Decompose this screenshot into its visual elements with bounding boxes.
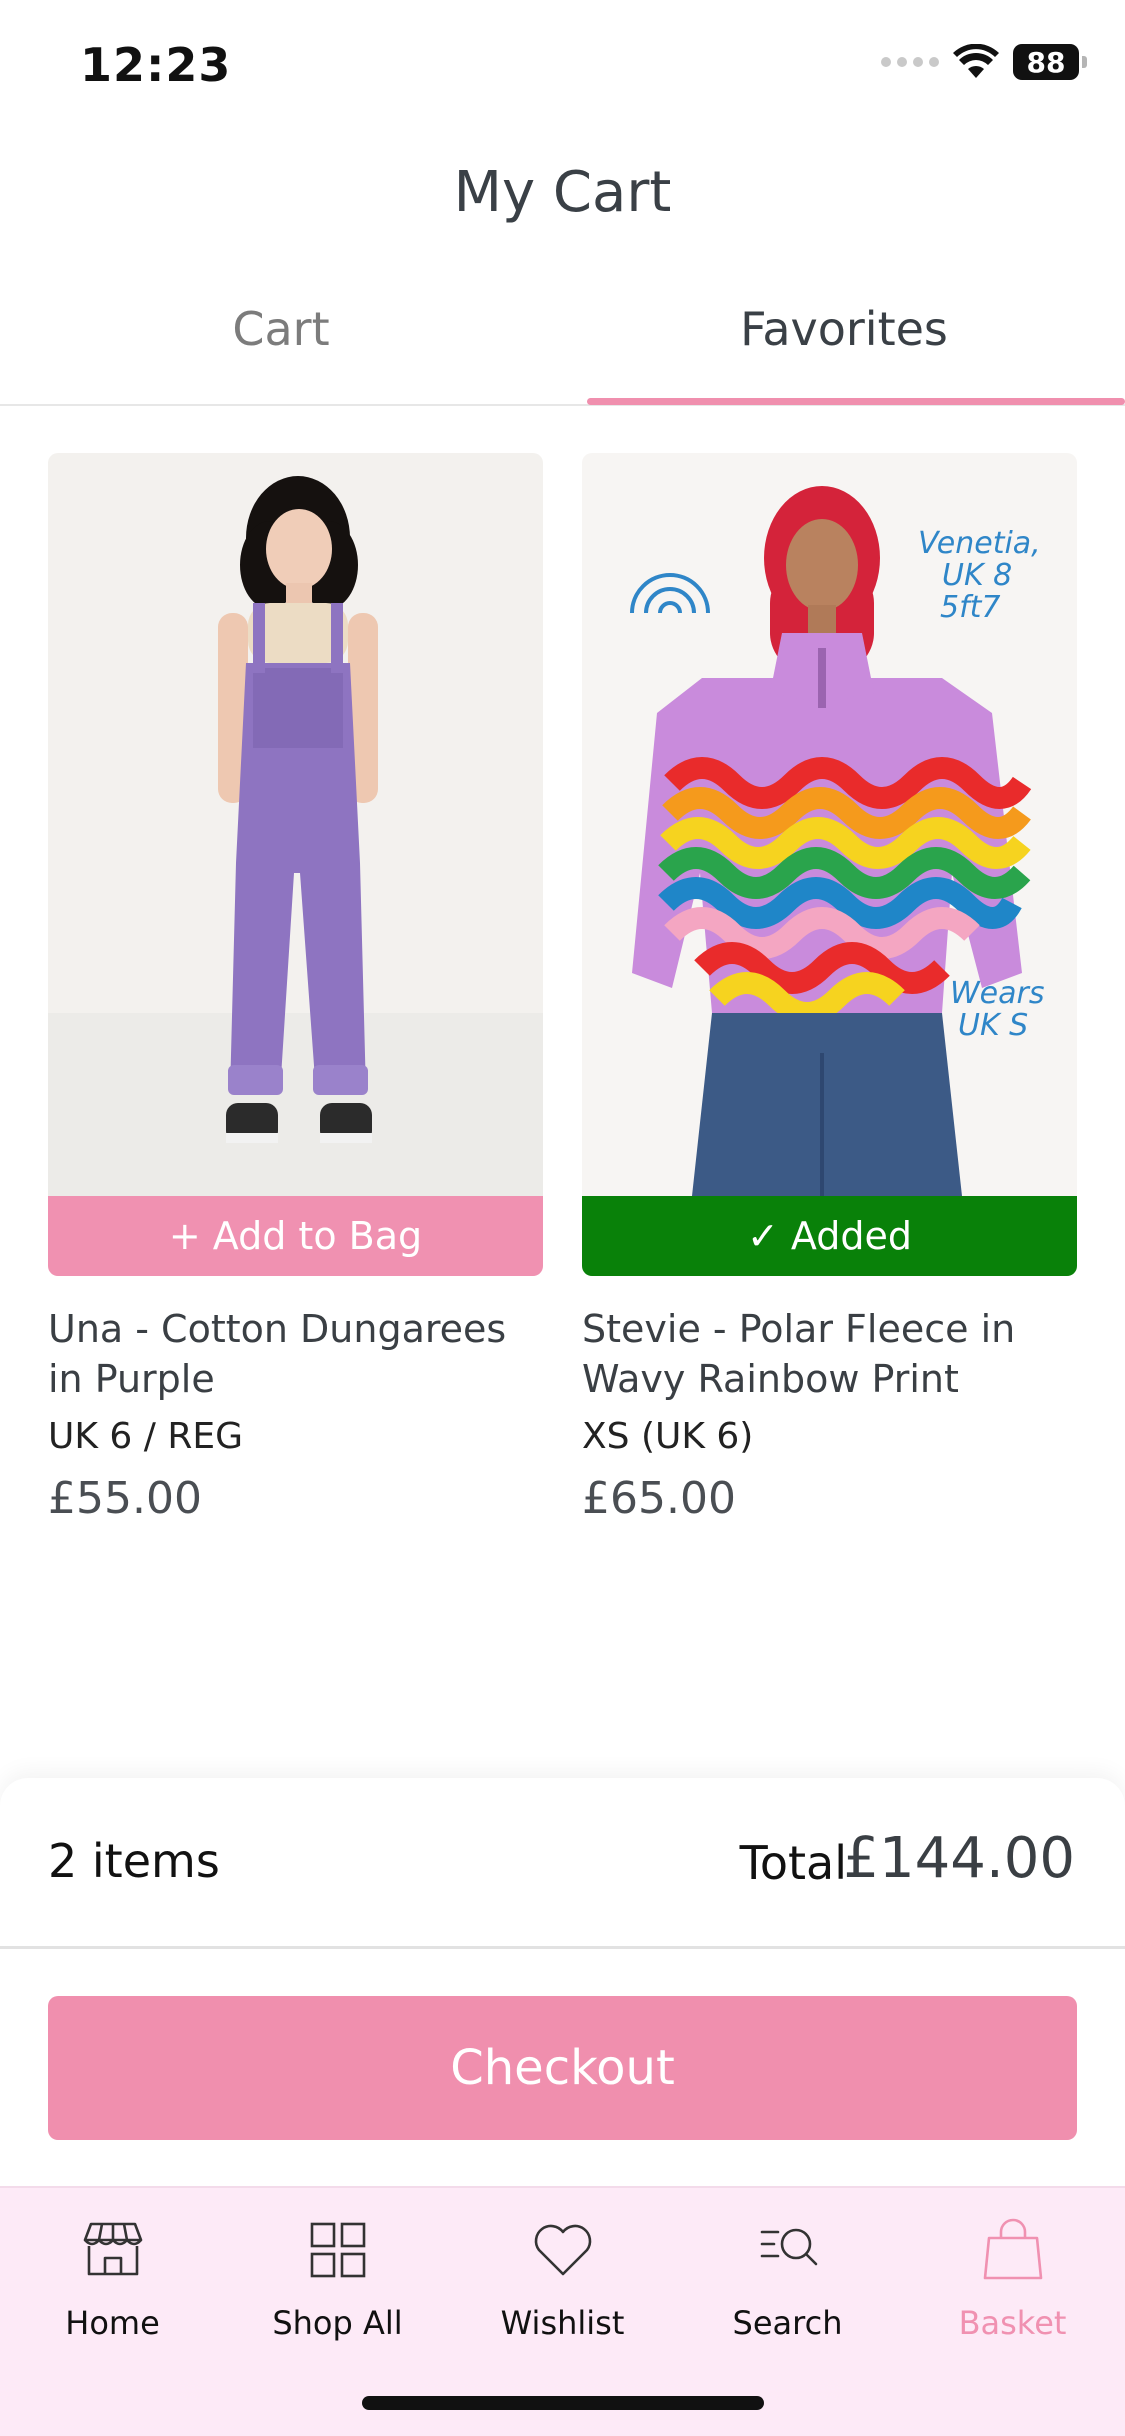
nav-label: Search bbox=[732, 2304, 843, 2342]
status-icons: 88 bbox=[881, 44, 1087, 80]
product-size: XS (UK 6) bbox=[582, 1416, 754, 1457]
product-size: UK 6 / REG bbox=[48, 1416, 243, 1457]
nav-wishlist[interactable]: Wishlist bbox=[450, 2214, 675, 2342]
nav-basket[interactable]: Basket bbox=[900, 2214, 1125, 2342]
divider bbox=[0, 1946, 1125, 1949]
product-name[interactable]: Stevie - Polar Fleece in Wavy Rainbow Pr… bbox=[582, 1304, 1077, 1404]
cellular-signal-icon bbox=[881, 57, 939, 67]
product-card: Venetia, UK 8 5ft7 Wears UK S ✓ Added St… bbox=[582, 453, 1077, 1524]
grid-icon bbox=[310, 2222, 365, 2278]
nav-label: Home bbox=[65, 2304, 160, 2342]
product-image[interactable]: Venetia, UK 8 5ft7 Wears UK S bbox=[582, 453, 1077, 1196]
total-value: £144.00 bbox=[843, 1826, 1075, 1891]
home-indicator[interactable] bbox=[362, 2396, 764, 2410]
image-annotation: UK S bbox=[958, 1008, 1028, 1043]
product-card: + Add to Bag Una - Cotton Dungarees in P… bbox=[48, 453, 543, 1524]
total-label: Total bbox=[739, 1836, 847, 1890]
battery-icon: 88 bbox=[1013, 44, 1087, 80]
nav-search[interactable]: Search bbox=[675, 2214, 900, 2342]
tab-label: Cart bbox=[232, 302, 330, 356]
add-to-bag-button[interactable]: + Add to Bag bbox=[48, 1196, 543, 1276]
bag-icon bbox=[983, 2218, 1042, 2280]
nav-label: Shop All bbox=[272, 2304, 403, 2342]
added-to-bag-button[interactable]: ✓ Added bbox=[582, 1196, 1077, 1276]
product-price: £65.00 bbox=[582, 1473, 736, 1524]
image-annotation: Venetia, bbox=[918, 526, 1041, 561]
image-annotation: 5ft7 bbox=[940, 590, 1001, 625]
status-time: 12:23 bbox=[80, 38, 232, 92]
nav-home[interactable]: Home bbox=[0, 2214, 225, 2342]
page-title: My Cart bbox=[453, 160, 672, 225]
product-image[interactable] bbox=[48, 453, 543, 1196]
search-icon bbox=[760, 2228, 817, 2266]
nav-label: Basket bbox=[958, 2304, 1067, 2342]
wifi-icon bbox=[953, 44, 999, 78]
nav-label: Wishlist bbox=[500, 2304, 625, 2342]
heart-icon bbox=[534, 2224, 591, 2276]
tab-favorites[interactable]: Favorites bbox=[563, 290, 1125, 406]
product-price: £55.00 bbox=[48, 1473, 202, 1524]
tab-cart[interactable]: Cart bbox=[0, 290, 562, 406]
tab-bar: Cart Favorites bbox=[0, 290, 1125, 406]
image-annotation: UK 8 bbox=[942, 558, 1012, 593]
cart-summary: 2 items Total £144.00 Checkout bbox=[0, 1778, 1125, 2188]
status-bar: 12:23 88 bbox=[0, 0, 1125, 130]
storefront-icon bbox=[83, 2222, 142, 2276]
product-name[interactable]: Una - Cotton Dungarees in Purple bbox=[48, 1304, 543, 1404]
nav-shop-all[interactable]: Shop All bbox=[225, 2214, 450, 2342]
items-count: 2 items bbox=[48, 1834, 220, 1888]
active-tab-indicator bbox=[587, 398, 1125, 405]
tab-label: Favorites bbox=[740, 302, 948, 356]
checkout-button[interactable]: Checkout bbox=[48, 1996, 1077, 2140]
